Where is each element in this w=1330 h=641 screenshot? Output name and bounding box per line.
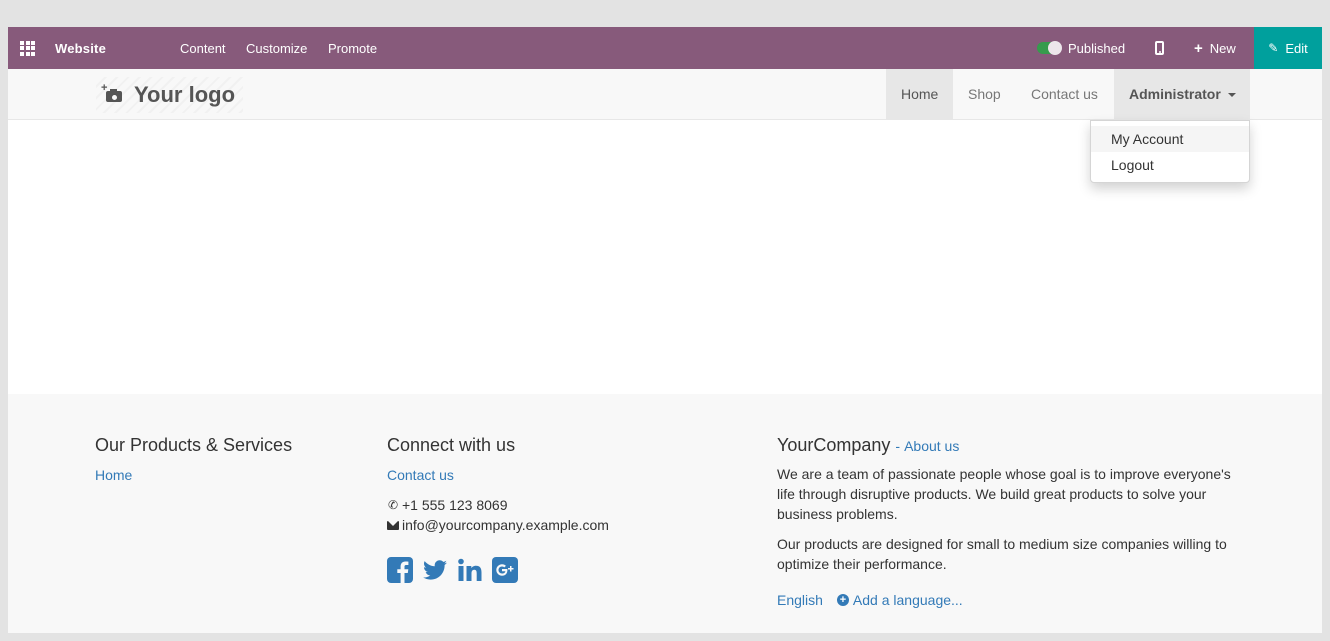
user-menu-administrator[interactable]: Administrator bbox=[1114, 69, 1250, 119]
about-us-link[interactable]: About us bbox=[904, 438, 959, 454]
footer-products-heading: Our Products & Services bbox=[95, 435, 293, 455]
footer-company-column: YourCompany - About us We are a team of … bbox=[777, 434, 1242, 610]
publish-toggle[interactable]: Published bbox=[1037, 27, 1125, 69]
apps-grid-icon[interactable] bbox=[20, 27, 38, 69]
phone-line: ✆ +1 555 123 8069 bbox=[387, 495, 747, 515]
email-address: info@yourcompany.example.com bbox=[402, 517, 609, 533]
mobile-icon bbox=[1155, 41, 1164, 55]
plus-icon: + bbox=[1194, 39, 1203, 57]
pencil-icon: ✎ bbox=[1268, 41, 1279, 55]
browser-frame: Website Content Customize Promote Publis… bbox=[8, 27, 1322, 633]
phone-icon: ✆ bbox=[387, 498, 399, 512]
footer: Our Products & Services Home Connect wit… bbox=[8, 394, 1322, 633]
twitter-icon[interactable] bbox=[422, 557, 448, 583]
caret-down-icon bbox=[1227, 93, 1236, 97]
user-menu-label: Administrator bbox=[1129, 86, 1221, 102]
publish-label: Published bbox=[1068, 40, 1126, 56]
edit-label: Edit bbox=[1285, 40, 1308, 56]
dropdown-item-my-account[interactable]: My Account bbox=[1091, 126, 1249, 152]
toggle-switch-icon bbox=[1037, 41, 1062, 55]
company-description-2: Our products are designed for small to m… bbox=[777, 536, 1227, 572]
camera-icon: + bbox=[101, 82, 124, 103]
footer-link-contact-us[interactable]: Contact us bbox=[387, 465, 454, 485]
language-selector: English + Add a language... bbox=[777, 590, 1242, 610]
footer-connect-heading: Connect with us bbox=[387, 435, 516, 455]
user-dropdown-menu: My Account Logout bbox=[1090, 120, 1250, 183]
menu-promote[interactable]: Promote bbox=[328, 27, 377, 69]
facebook-icon[interactable] bbox=[387, 557, 413, 583]
plus-circle-icon: + bbox=[836, 594, 849, 606]
new-label: New bbox=[1209, 40, 1236, 56]
footer-connect-column: Connect with us Contact us ✆ +1 555 123 … bbox=[387, 434, 747, 583]
app-title[interactable]: Website bbox=[55, 27, 106, 69]
google-plus-icon[interactable] bbox=[492, 557, 518, 583]
email-line: info@yourcompany.example.com bbox=[387, 515, 747, 535]
new-button[interactable]: + New bbox=[1194, 27, 1236, 69]
menu-content[interactable]: Content bbox=[180, 27, 226, 69]
website-navbar: + Your logo Home Shop Contact us Adminis… bbox=[8, 69, 1322, 120]
site-logo[interactable]: + Your logo bbox=[96, 77, 244, 113]
footer-products-column: Our Products & Services Home bbox=[95, 434, 355, 485]
nav-link-home[interactable]: Home bbox=[886, 69, 954, 119]
company-name: YourCompany bbox=[777, 435, 891, 455]
mobile-preview-button[interactable] bbox=[1155, 27, 1164, 69]
phone-number: +1 555 123 8069 bbox=[402, 497, 508, 513]
menu-customize[interactable]: Customize bbox=[246, 27, 307, 69]
footer-link-home[interactable]: Home bbox=[95, 465, 132, 485]
dropdown-item-logout[interactable]: Logout bbox=[1091, 152, 1249, 178]
about-separator: - bbox=[895, 438, 901, 454]
company-description-1: We are a team of passionate people whose… bbox=[777, 466, 1231, 522]
logo-text: Your logo bbox=[134, 82, 236, 107]
nav-link-contact[interactable]: Contact us bbox=[1016, 69, 1113, 119]
nav-link-shop[interactable]: Shop bbox=[953, 69, 1016, 119]
add-language-link[interactable]: + Add a language... bbox=[836, 592, 963, 608]
language-english[interactable]: English bbox=[777, 590, 823, 610]
edit-button[interactable]: ✎ Edit bbox=[1254, 27, 1322, 69]
social-links bbox=[387, 557, 747, 583]
envelope-icon bbox=[387, 520, 399, 530]
linkedin-icon[interactable] bbox=[457, 557, 483, 583]
odoo-top-bar: Website Content Customize Promote Publis… bbox=[8, 27, 1322, 69]
company-heading: YourCompany - About us bbox=[777, 434, 1242, 456]
add-language-label: Add a language... bbox=[852, 592, 963, 608]
